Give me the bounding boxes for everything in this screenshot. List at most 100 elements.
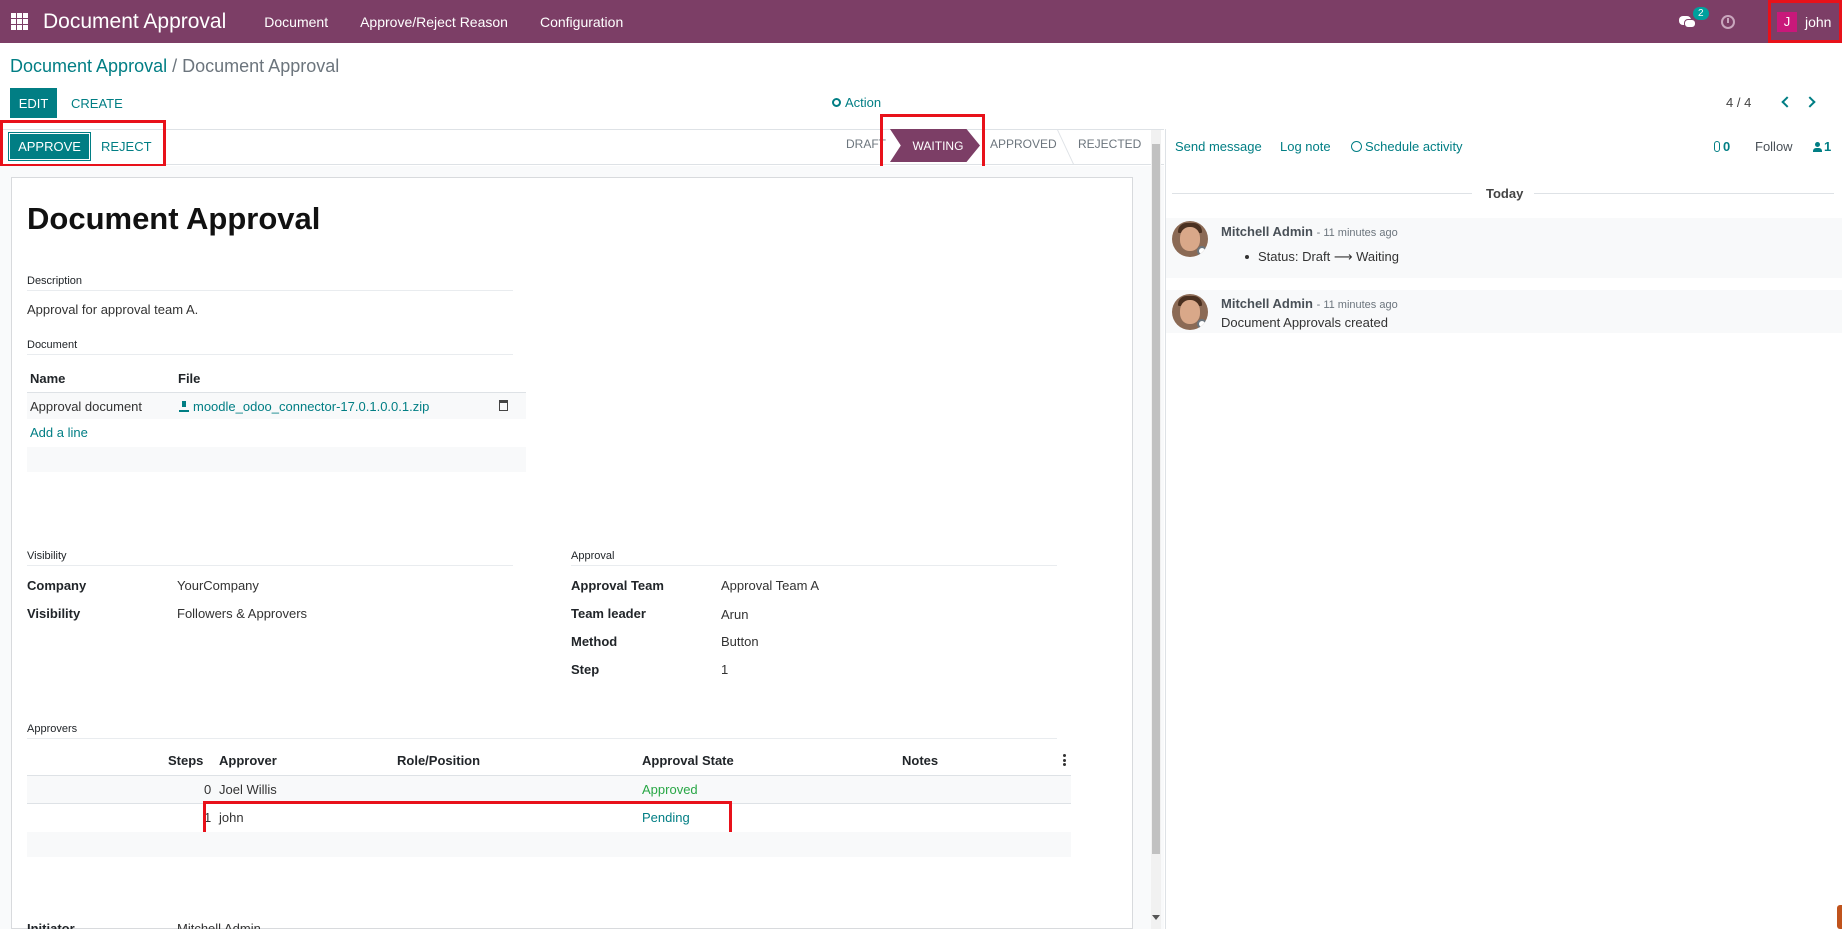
approver-column-state[interactable]: Approval State bbox=[642, 753, 734, 768]
visibility-field-label: Visibility bbox=[27, 606, 81, 621]
user-menu[interactable]: J john bbox=[1768, 0, 1842, 43]
approve-reject-highlight bbox=[0, 120, 166, 167]
person-icon bbox=[1813, 142, 1822, 152]
approval-group-label: Approval bbox=[571, 550, 615, 562]
table-empty-row bbox=[27, 832, 1071, 857]
separator bbox=[27, 290, 513, 291]
breadcrumb-current: Document Approval bbox=[182, 56, 340, 76]
separator bbox=[571, 565, 1057, 566]
doc-row-name[interactable]: Approval document bbox=[30, 399, 142, 414]
date-separator-line bbox=[1534, 193, 1834, 194]
breadcrumb-separator: / bbox=[172, 56, 178, 76]
pager-next-button[interactable] bbox=[1804, 95, 1816, 109]
app-brand[interactable]: Document Approval bbox=[43, 10, 226, 34]
chevron-left-icon bbox=[1781, 96, 1793, 108]
user-avatar: J bbox=[1777, 11, 1797, 32]
message-body: Status: Draft ⟶ Waiting bbox=[1245, 249, 1399, 265]
approval-team-label: Approval Team bbox=[571, 578, 664, 593]
stage-rejected[interactable]: REJECTED bbox=[1078, 137, 1141, 151]
gear-icon bbox=[832, 98, 841, 107]
message-author[interactable]: Mitchell Admin - 11 minutes ago bbox=[1221, 296, 1398, 311]
table-empty-row bbox=[27, 447, 526, 472]
description-label: Description bbox=[27, 275, 83, 287]
separator bbox=[27, 738, 1057, 739]
description-value[interactable]: Approval for approval team A. bbox=[27, 302, 198, 317]
menu-configuration[interactable]: Configuration bbox=[524, 14, 639, 30]
send-message-button[interactable]: Send message bbox=[1175, 139, 1262, 154]
follow-button[interactable]: Follow bbox=[1755, 139, 1793, 154]
approver-row-step: 0 bbox=[204, 782, 212, 797]
doc-file-name: moodle_odoo_connector-17.0.1.0.0.1.zip bbox=[193, 399, 430, 414]
schedule-activity-button[interactable]: Schedule activity bbox=[1351, 139, 1463, 154]
followers-count: 1 bbox=[1824, 139, 1832, 154]
attachments-count: 0 bbox=[1723, 139, 1731, 154]
user-name: john bbox=[1805, 13, 1832, 30]
followers-button[interactable]: 1 bbox=[1813, 139, 1831, 154]
message-body: Document Approvals created bbox=[1221, 315, 1388, 330]
messages-count-badge: 2 bbox=[1693, 6, 1709, 20]
chevron-right-icon bbox=[1804, 96, 1816, 108]
breadcrumb: Document Approval / Document Approval bbox=[10, 56, 339, 77]
top-navbar: Document Approval Document Approve/Rejec… bbox=[0, 0, 1842, 43]
approver-column-role[interactable]: Role/Position bbox=[397, 753, 480, 768]
initiator-value[interactable]: Mitchell Admin bbox=[177, 921, 261, 929]
step-label: Step bbox=[571, 662, 600, 677]
table-row[interactable] bbox=[27, 776, 1071, 803]
approver-column-approver[interactable]: Approver bbox=[219, 753, 277, 768]
approval-team-value[interactable]: Approval Team A bbox=[721, 578, 819, 593]
paperclip-icon bbox=[1714, 141, 1720, 152]
document-label: Document bbox=[27, 339, 78, 351]
visibility-value[interactable]: Followers & Approvers bbox=[177, 606, 307, 621]
activity-clock-icon[interactable] bbox=[1721, 14, 1735, 29]
clock-icon bbox=[1351, 141, 1362, 152]
download-icon bbox=[179, 401, 189, 412]
step-value[interactable]: 1 bbox=[721, 662, 728, 677]
team-leader-label: Team leader bbox=[571, 606, 646, 621]
schedule-activity-label: Schedule activity bbox=[1365, 139, 1463, 154]
form-scrollbar[interactable] bbox=[1151, 130, 1161, 929]
message-author[interactable]: Mitchell Admin - 11 minutes ago bbox=[1221, 224, 1398, 239]
approver-column-notes[interactable]: Notes bbox=[902, 753, 938, 768]
create-button[interactable]: CREATE bbox=[71, 88, 123, 118]
messages-icon[interactable]: 2 bbox=[1679, 6, 1709, 30]
company-value[interactable]: YourCompany bbox=[177, 578, 259, 593]
add-line-link[interactable]: Add a line bbox=[30, 425, 88, 440]
avatar[interactable] bbox=[1172, 221, 1208, 257]
menu-document[interactable]: Document bbox=[248, 14, 344, 30]
doc-column-name[interactable]: Name bbox=[30, 371, 65, 386]
edit-button[interactable]: EDIT bbox=[10, 88, 57, 118]
approver-row-state-approved: Approved bbox=[642, 782, 698, 797]
approver-column-steps[interactable]: Steps bbox=[168, 753, 203, 768]
menu-approve-reject-reason[interactable]: Approve/Reject Reason bbox=[344, 14, 524, 30]
today-separator: Today bbox=[1486, 186, 1524, 201]
company-label: Company bbox=[27, 578, 87, 593]
team-leader-value[interactable]: Arun bbox=[721, 607, 748, 622]
record-title: Document Approval bbox=[27, 201, 321, 236]
stage-approved[interactable]: APPROVED bbox=[990, 137, 1057, 151]
message-time: - 11 minutes ago bbox=[1316, 227, 1398, 239]
scroll-down-icon[interactable] bbox=[1152, 915, 1160, 920]
avatar[interactable] bbox=[1172, 294, 1208, 330]
initiator-label: Initiator bbox=[27, 921, 75, 929]
method-value[interactable]: Button bbox=[721, 634, 759, 649]
pager-value[interactable]: 4 / 4 bbox=[1726, 95, 1751, 110]
chatter-scroll-handle[interactable] bbox=[1837, 905, 1842, 929]
visibility-group-label: Visibility bbox=[27, 550, 67, 562]
apps-menu-icon[interactable] bbox=[0, 0, 38, 43]
separator bbox=[27, 354, 513, 355]
optional-columns-icon[interactable] bbox=[1063, 754, 1066, 766]
action-menu[interactable]: Action bbox=[832, 95, 881, 110]
message-author-name: Mitchell Admin bbox=[1221, 296, 1313, 311]
date-separator-line bbox=[1172, 193, 1472, 194]
pager-previous-button[interactable] bbox=[1780, 95, 1793, 109]
trash-icon[interactable] bbox=[499, 400, 508, 411]
doc-file-link[interactable]: moodle_odoo_connector-17.0.1.0.0.1.zip bbox=[179, 399, 429, 414]
separator bbox=[27, 565, 513, 566]
action-label: Action bbox=[845, 95, 882, 110]
message-author-name: Mitchell Admin bbox=[1221, 224, 1313, 239]
breadcrumb-parent[interactable]: Document Approval bbox=[10, 56, 167, 76]
approver-row-name[interactable]: Joel Willis bbox=[219, 782, 277, 797]
log-note-button[interactable]: Log note bbox=[1280, 139, 1331, 154]
doc-column-file[interactable]: File bbox=[178, 371, 200, 386]
attachments-button[interactable]: 0 bbox=[1714, 139, 1730, 154]
